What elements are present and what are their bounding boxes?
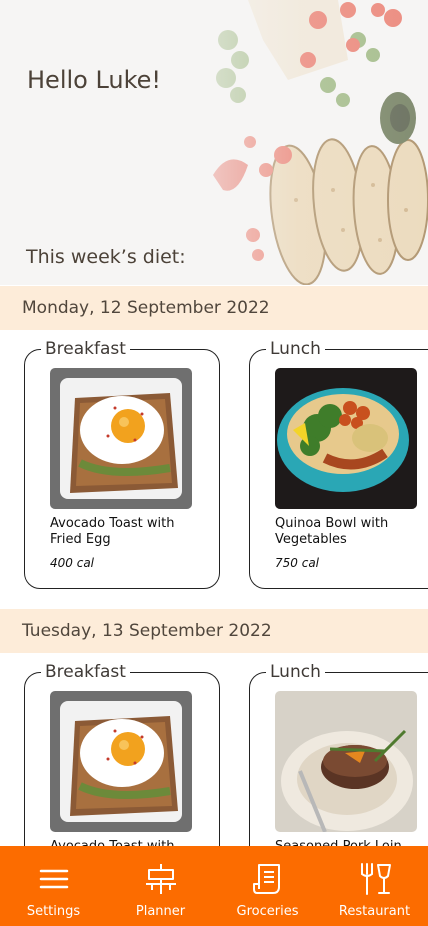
planner-icon	[145, 864, 176, 894]
nav-groceries[interactable]: Groceries	[214, 846, 321, 926]
nav-label-restaurant: Restaurant	[338, 904, 411, 919]
meal-type-label: Lunch	[266, 660, 325, 684]
nav-label-settings: Settings	[26, 904, 81, 919]
meal-type-label: Lunch	[266, 337, 325, 361]
week-diet-title: This week’s diet:	[26, 246, 186, 268]
receipt-icon	[252, 864, 280, 894]
meal-photo-avocado-toast	[50, 691, 192, 832]
meal-type-label: Breakfast	[41, 337, 130, 361]
meal-calories: 750 cal	[275, 556, 320, 570]
nav-restaurant[interactable]: Restaurant	[321, 846, 428, 926]
day-header-tuesday: Tuesday, 13 September 2022	[0, 609, 428, 653]
meal-photo-seasoned-steak	[275, 691, 417, 832]
nav-label-planner: Planner	[135, 904, 186, 919]
meal-photo-avocado-toast	[50, 368, 192, 509]
meal-type-label: Breakfast	[41, 660, 130, 684]
meal-calories: 400 cal	[50, 556, 95, 570]
menu-icon	[39, 869, 68, 889]
greeting: Hello Luke!	[27, 66, 162, 94]
meal-name: Quinoa Bowl with Vegetables	[275, 516, 389, 547]
bottom-navigation: Settings Planner Groceries Restaurant	[0, 846, 428, 926]
nav-planner[interactable]: Planner	[107, 846, 214, 926]
meal-photo-quinoa-bowl	[275, 368, 417, 509]
nav-settings[interactable]: Settings	[0, 846, 107, 926]
header-banner: Hello Luke! This week’s diet:	[0, 0, 428, 285]
meal-card-breakfast[interactable]: Breakfast Avocado Toast with Fried Egg 4…	[24, 337, 220, 589]
restaurant-icon	[360, 863, 391, 895]
nav-label-groceries: Groceries	[236, 904, 299, 919]
meal-name: Avocado Toast with Fried Egg	[50, 516, 175, 547]
day-header-monday: Monday, 12 September 2022	[0, 286, 428, 330]
meal-card-lunch[interactable]: Lunch Quinoa Bowl with Vegetables 750 ca…	[249, 337, 428, 589]
